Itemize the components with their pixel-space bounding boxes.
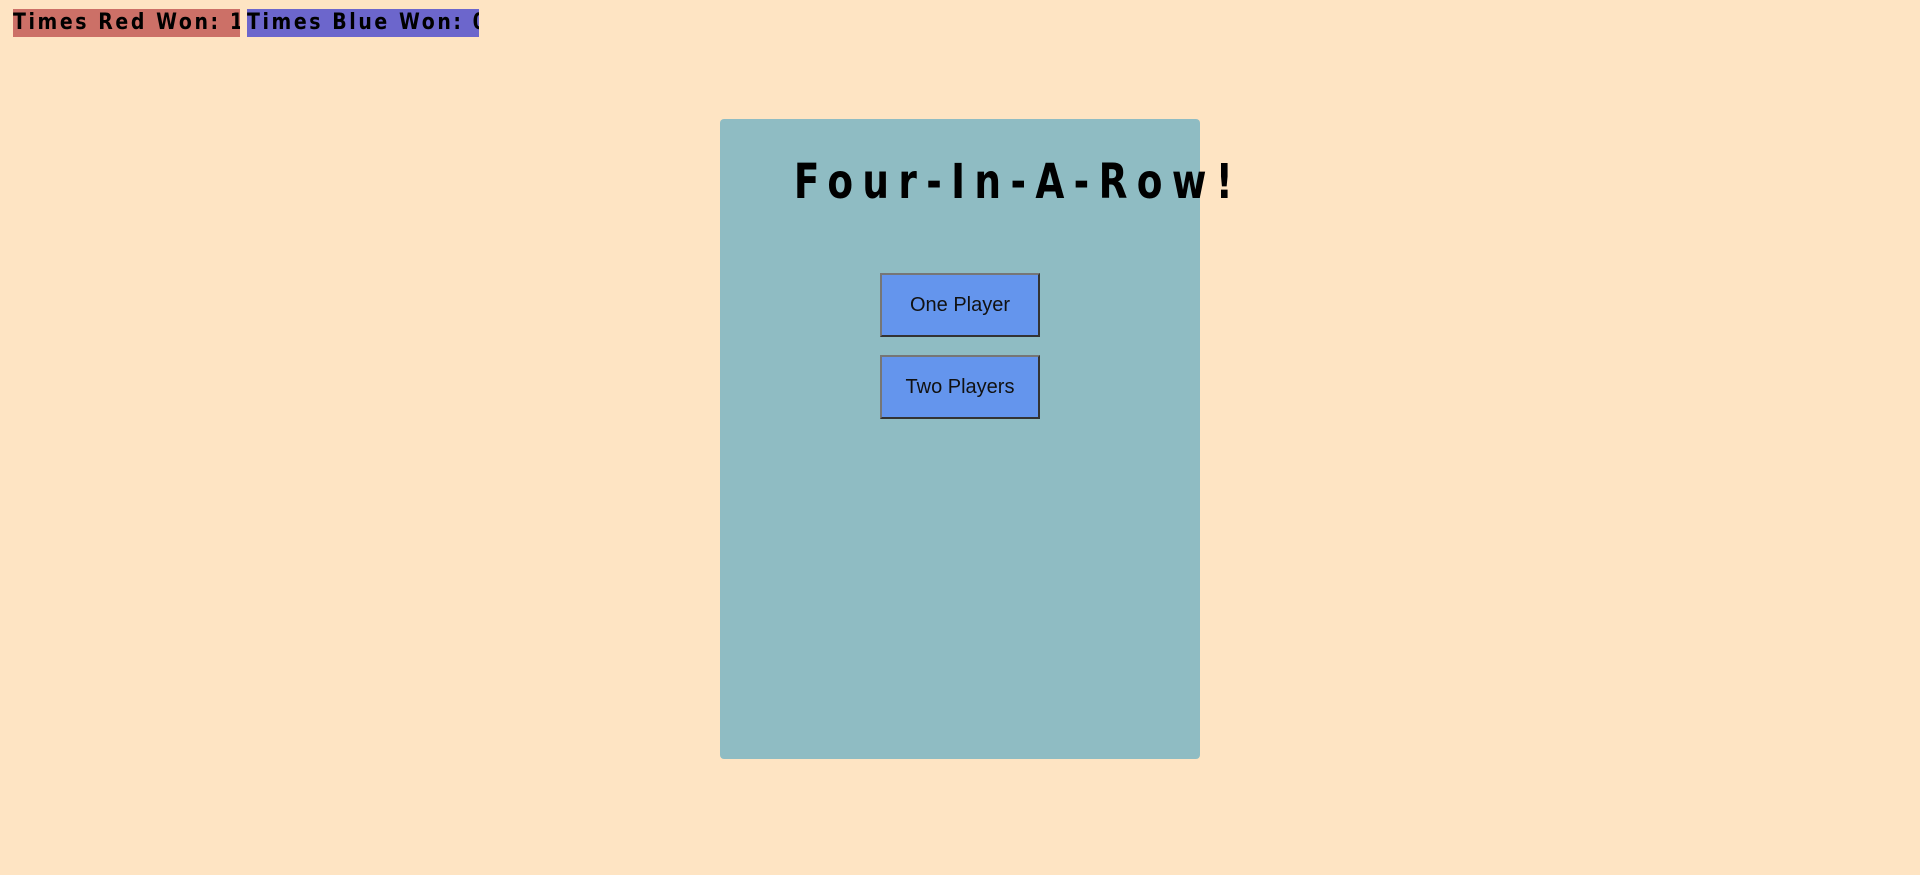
blue-wins-count: Times Blue Won: 0 (247, 10, 479, 35)
blue-score-badge: Times Blue Won: 0 (247, 9, 479, 37)
two-players-button[interactable]: Two Players (880, 355, 1040, 419)
one-player-button[interactable]: One Player (880, 273, 1040, 337)
scoreboard: Times Red Won: 1 Times Blue Won: 0 (13, 9, 479, 37)
game-title-text: Four-In-A-Row! (793, 154, 1243, 210)
main-menu-panel: Four-In-A-Row! One Player Two Players (720, 119, 1233, 759)
game-title: Four-In-A-Row! (720, 153, 1233, 211)
red-wins-count: Times Red Won: 1 (13, 10, 240, 35)
red-score-badge: Times Red Won: 1 (13, 9, 240, 37)
